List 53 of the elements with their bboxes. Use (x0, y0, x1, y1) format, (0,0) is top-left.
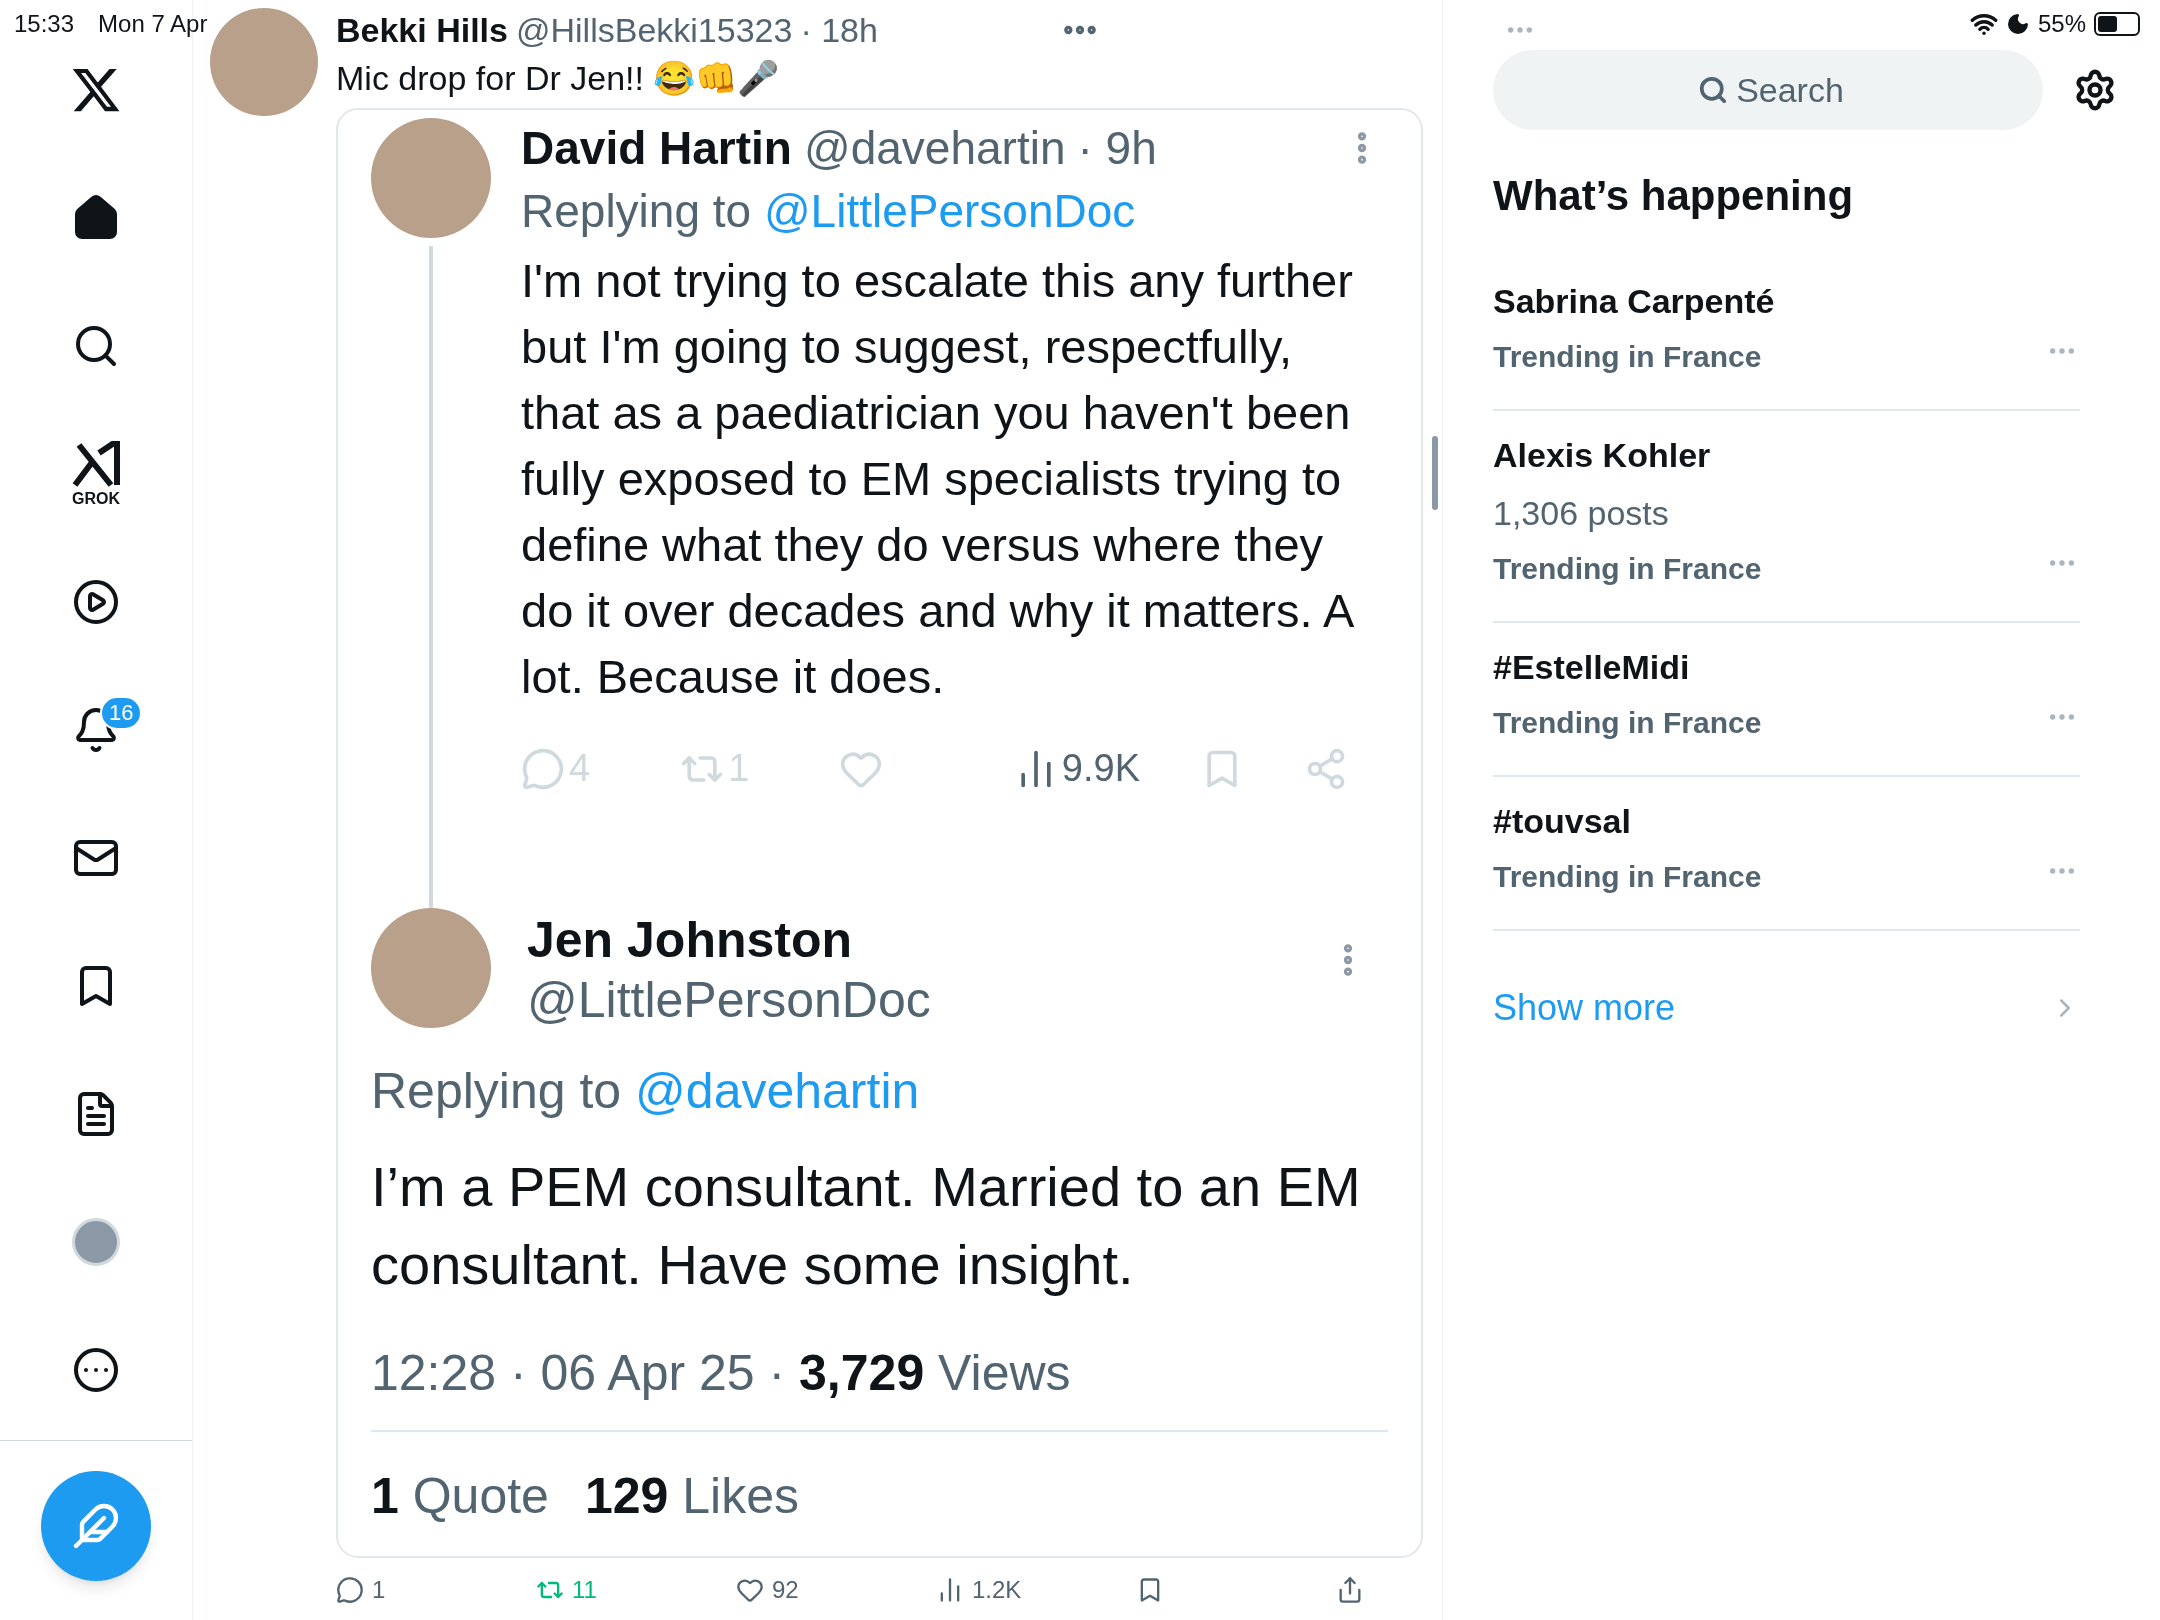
post-timestamp: 12:28 · 06 Apr 25 · 3,729 Views (371, 1344, 1072, 1403)
post-time: · 18h (800, 10, 878, 51)
replying-to-text: Replying to @davehartin (371, 1062, 921, 1121)
trend-context: Trending in France (1493, 339, 1762, 375)
heart-icon[interactable] (736, 1576, 764, 1604)
action-count: 9.9K (1061, 746, 1140, 791)
trend-name: Alexis Kohler (1493, 435, 1712, 476)
more-icon[interactable] (72, 1346, 120, 1394)
reply-author-name[interactable]: David Hartin (521, 118, 792, 178)
main-author-handle[interactable]: @LittlePersonDoc (527, 970, 1328, 1030)
profile-avatar[interactable] (72, 1218, 120, 1266)
home-icon[interactable] (72, 194, 120, 242)
trend-name: Sabrina Carpenté (1493, 281, 1776, 322)
trend-item[interactable]: #EstelleMidi Trending in France (1493, 623, 2080, 777)
reply-icon[interactable] (336, 1576, 364, 1604)
grok-logo-icon[interactable] (71, 441, 121, 489)
action-count: 1 (372, 1575, 386, 1605)
status-date: Mon 7 Apr (98, 9, 208, 39)
trend-context: Trending in France (1493, 551, 1762, 587)
main-text: I’m a PEM consultant. Married to an EM consultant. Have some insight. (371, 1154, 1362, 1298)
post-text: Mic drop for Dr Jen!! 😂👊🎤 (336, 58, 781, 99)
trend-item[interactable]: Sabrina Carpenté Trending in France (1493, 257, 2080, 411)
reply-author-handle[interactable]: @davehartin (803, 118, 1066, 178)
trend-item[interactable]: #touvsal Trending in France (1493, 777, 2080, 931)
action-count: 1.2K (972, 1575, 1022, 1605)
trend-context: Trending in France (1493, 705, 1762, 741)
replying-to-text: Replying to @LittlePersonDoc (521, 184, 1137, 239)
engagement-stat[interactable]: 1 Quote (371, 1466, 549, 1526)
trend-item[interactable]: Alexis Kohler 1,306 posts Trending in France (1493, 411, 2080, 623)
moon-icon (2005, 12, 2030, 36)
trend-name: #touvsal (1493, 801, 1632, 842)
section-title: What’s happening (1493, 171, 1855, 221)
battery-icon (2094, 12, 2140, 36)
settings-icon[interactable] (2073, 68, 2117, 112)
reply-time: · 9h (1077, 121, 1157, 176)
quoted-card[interactable] (336, 108, 1423, 1558)
trend-posts: 1,306 posts (1493, 493, 1670, 534)
battery-percent: 55% (2037, 9, 2086, 39)
notification-badge: 16 (100, 696, 143, 730)
engagement-stat[interactable]: 129 Likes (584, 1466, 799, 1526)
trend-context: Trending in France (1493, 859, 1762, 895)
action-count: 92 (772, 1575, 799, 1605)
main-author-name[interactable]: Jen Johnston (527, 910, 1328, 970)
trend-name: #EstelleMidi (1493, 647, 1691, 688)
status-time: 15:33 (14, 9, 75, 39)
search-icon (1698, 75, 1728, 105)
author-handle[interactable]: @HillsBekki15323 (516, 8, 793, 52)
action-count: 11 (572, 1575, 597, 1605)
play-icon[interactable] (72, 578, 120, 626)
search-field[interactable]: Search (1493, 50, 2043, 130)
grok-label: GROK (72, 491, 120, 507)
reply-text: I'm not trying to escalate this any further but I'm going to suggest, respectfully, that as a paediatrician you haven't been fully exposed to EM specialists trying to define what they do versus where they do it over decades and why it matters. A lot. Because it does. (521, 253, 1354, 705)
author-name[interactable]: Bekki Hills (336, 8, 508, 52)
